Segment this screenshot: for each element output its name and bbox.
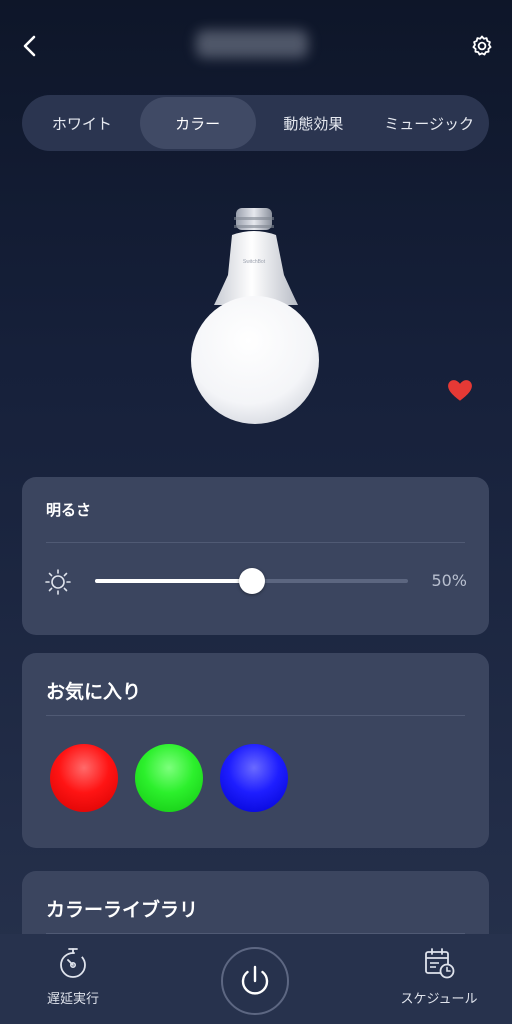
favorite-color-blue[interactable] bbox=[220, 744, 288, 812]
bottom-nav: 遅延実行 スケジュール bbox=[0, 934, 512, 1024]
brightness-slider-thumb[interactable] bbox=[238, 568, 265, 594]
bulb-brand: SwitchBot bbox=[243, 259, 266, 265]
favorite-color-red[interactable] bbox=[50, 744, 118, 812]
bulb-image: SwitchBot bbox=[191, 208, 319, 424]
delay-button[interactable]: 遅延実行 bbox=[18, 946, 128, 1007]
brightness-card: 明るさ 50% bbox=[22, 477, 489, 635]
power-icon bbox=[241, 965, 269, 995]
tab-music[interactable]: ミュージック bbox=[371, 97, 487, 149]
heart-icon[interactable] bbox=[447, 378, 473, 404]
tab-dynamic-effect[interactable]: 動態効果 bbox=[256, 97, 372, 149]
header bbox=[0, 0, 512, 92]
color-library-title: カラーライブラリ bbox=[46, 899, 199, 921]
device-title bbox=[196, 30, 308, 58]
brightness-title: 明るさ bbox=[46, 501, 92, 519]
delay-label: 遅延実行 bbox=[46, 992, 99, 1007]
schedule-button[interactable]: スケジュール bbox=[384, 946, 494, 1007]
favorites-title: お気に入り bbox=[46, 681, 142, 703]
tab-white[interactable]: ホワイト bbox=[24, 97, 140, 149]
mode-tabs: ホワイト カラー 動態効果 ミュージック bbox=[22, 95, 489, 151]
brightness-value: 50% bbox=[431, 571, 467, 590]
timer-icon bbox=[60, 948, 86, 978]
settings-button[interactable] bbox=[466, 30, 498, 62]
favorites-card: お気に入り bbox=[22, 653, 489, 848]
chevron-left-icon bbox=[23, 35, 36, 57]
brightness-slider[interactable] bbox=[95, 568, 408, 594]
favorite-color-green[interactable] bbox=[135, 744, 203, 812]
divider bbox=[46, 715, 465, 716]
back-button[interactable] bbox=[14, 30, 46, 62]
power-button[interactable] bbox=[221, 947, 289, 1015]
brightness-slider-fill bbox=[95, 579, 252, 583]
calendar-clock-icon bbox=[425, 948, 455, 979]
tab-color[interactable]: カラー bbox=[139, 97, 256, 149]
schedule-label: スケジュール bbox=[400, 992, 478, 1007]
gear-icon bbox=[472, 35, 492, 56]
sun-icon bbox=[45, 569, 71, 595]
divider bbox=[46, 542, 465, 543]
